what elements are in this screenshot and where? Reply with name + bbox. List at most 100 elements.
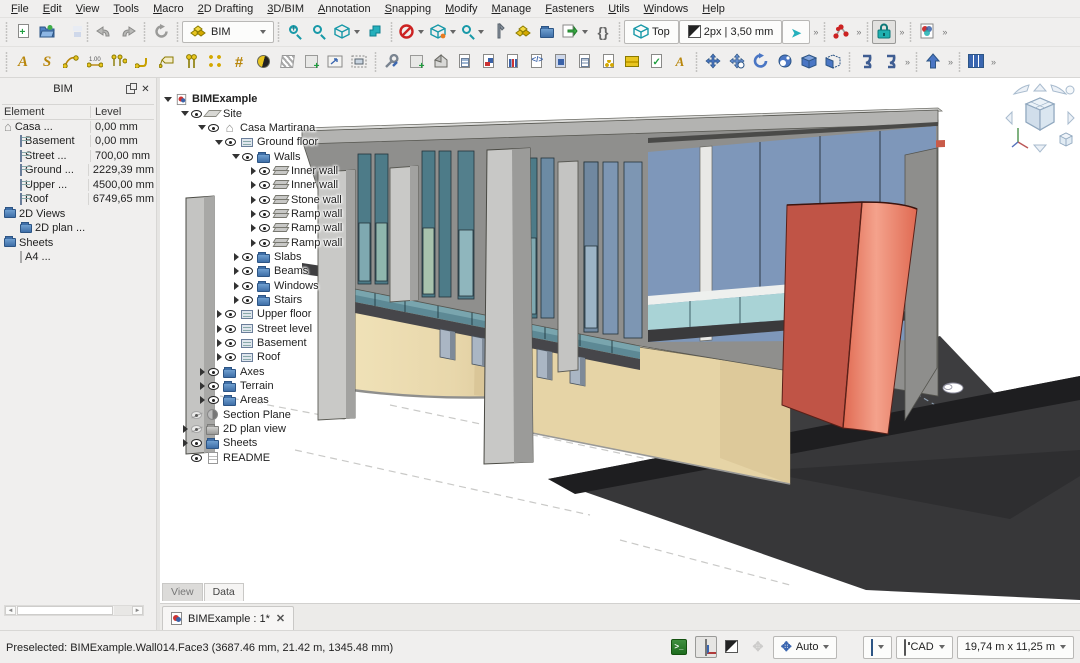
navcube-small-cube[interactable] (1060, 133, 1072, 146)
tree-item-windows[interactable]: Windows (162, 278, 392, 292)
menu-item-help[interactable]: Help (695, 2, 732, 16)
tree-item-section-plane[interactable]: Section Plane (162, 408, 392, 422)
expander-closed-icon[interactable] (179, 439, 191, 447)
visibility-eye-icon[interactable] (242, 153, 253, 161)
expander-closed-icon[interactable] (179, 425, 191, 433)
tree-item-inner-wall[interactable]: Inner wall (162, 164, 392, 178)
menu-item-view[interactable]: View (69, 2, 107, 16)
visibility-eye-icon[interactable] (225, 310, 236, 318)
spreadsheet-button[interactable] (620, 50, 644, 74)
menu-item-macro[interactable]: Macro (146, 2, 191, 16)
visibility-eye-icon[interactable] (191, 110, 202, 118)
menu-item-snapping[interactable]: Snapping (378, 2, 439, 16)
tree-item-bimexample[interactable]: BIMExample (162, 92, 392, 106)
expander-open-icon[interactable] (162, 97, 174, 102)
tree-item-walls[interactable]: Walls (162, 149, 392, 163)
nodes-doc-button[interactable] (596, 50, 620, 74)
layers-stack-button[interactable] (572, 50, 596, 74)
pages-button[interactable] (548, 50, 572, 74)
visibility-eye-icon[interactable] (259, 167, 270, 175)
expander-closed-icon[interactable] (213, 339, 225, 347)
visibility-eye-icon[interactable] (259, 224, 270, 232)
menu-item-tools[interactable]: Tools (106, 2, 146, 16)
new-file-button[interactable]: + (11, 20, 35, 44)
expander-closed-icon[interactable] (230, 267, 242, 275)
zoom-fit-all-button[interactable]: + (283, 20, 307, 44)
table-row[interactable]: 2D plan ... (2, 221, 154, 236)
table-row[interactable]: 2D Views (2, 207, 154, 222)
working-plane-view-button[interactable] (299, 50, 323, 74)
copy-move-button[interactable] (725, 50, 749, 74)
lock-sketch-button[interactable] (872, 20, 896, 44)
table-row[interactable]: Roof6749,65 mm (2, 192, 154, 207)
visibility-eye-icon[interactable] (208, 124, 219, 132)
ifc-code-button[interactable]: </> (524, 50, 548, 74)
line-color-dropdown[interactable] (863, 636, 892, 659)
navcube-rotate-ccw-arrow[interactable] (1014, 85, 1029, 94)
navcube-menu-dot[interactable] (1066, 86, 1074, 94)
visibility-eye-icon[interactable] (242, 267, 253, 275)
tree-item-sheets[interactable]: Sheets (162, 436, 392, 450)
table-row[interactable]: Street ...700,00 mm (2, 149, 154, 164)
scrollbar-thumb[interactable] (17, 606, 113, 615)
scroll-right-button[interactable]: ► (132, 606, 143, 615)
tab-data[interactable]: Data (204, 583, 244, 601)
open-button[interactable] (35, 20, 59, 44)
visibility-eye-icon[interactable] (191, 425, 202, 433)
constraint-nodes-button[interactable] (829, 20, 853, 44)
expander-closed-icon[interactable] (196, 396, 208, 404)
menu-item-fasteners[interactable]: Fasteners (538, 2, 601, 16)
material-doc-button[interactable] (476, 50, 500, 74)
project-tools-button[interactable] (380, 50, 404, 74)
workbench-selector[interactable]: BIM (182, 21, 274, 43)
lattice-button[interactable]: # (227, 50, 251, 74)
redo-button[interactable] (116, 20, 140, 44)
menu-item-annotation[interactable]: Annotation (311, 2, 378, 16)
tree-item-site[interactable]: Site (162, 106, 392, 120)
box-button[interactable] (797, 50, 821, 74)
move-button[interactable] (701, 50, 725, 74)
building-part-button[interactable] (428, 50, 452, 74)
table-row[interactable]: Upper ...4500,00 mm (2, 178, 154, 193)
tree-item-ground-floor[interactable]: Ground floor (162, 135, 392, 149)
axonometric-view-button[interactable] (331, 20, 363, 44)
bim-layers-button[interactable] (511, 20, 535, 44)
upgrade-button[interactable] (921, 50, 945, 74)
navcube-left-arrow[interactable] (1006, 112, 1012, 124)
navcube-rotate-cw-arrow[interactable] (1051, 85, 1066, 94)
python-console-button[interactable]: >_ (667, 636, 691, 658)
draft-edit-end-button[interactable] (878, 50, 902, 74)
zoom-tools-button[interactable] (459, 20, 487, 44)
expander-open-icon[interactable] (213, 140, 225, 145)
sketch-pen-button[interactable]: ➤ (782, 20, 810, 44)
point-button[interactable] (251, 50, 275, 74)
tree-item-roof[interactable]: Roof (162, 350, 392, 364)
tree-item-areas[interactable]: Areas (162, 393, 392, 407)
expander-closed-icon[interactable] (196, 382, 208, 390)
tree-item-basement[interactable]: Basement (162, 336, 392, 350)
array-button[interactable] (203, 50, 227, 74)
draft-edit-button[interactable] (854, 50, 878, 74)
expander-closed-icon[interactable] (196, 368, 208, 376)
visibility-eye-icon[interactable] (259, 239, 270, 247)
tree-item-ramp-wall[interactable]: Ramp wall (162, 235, 392, 249)
hatch-button[interactable] (275, 50, 299, 74)
expander-open-icon[interactable] (230, 154, 242, 159)
offset-button[interactable] (773, 50, 797, 74)
expander-open-icon[interactable] (179, 111, 191, 116)
tree-item-stone-wall[interactable]: Stone wall (162, 192, 392, 206)
bim-folder-button[interactable] (535, 20, 559, 44)
nav-style-dropdown[interactable]: CAD (896, 636, 952, 659)
rotate-button[interactable] (749, 50, 773, 74)
toolbar-overflow-chevron[interactable]: » (988, 57, 998, 67)
expander-closed-icon[interactable] (247, 224, 259, 232)
document-tab[interactable]: BIMExample : 1* ✕ (162, 606, 294, 630)
column-level[interactable]: Level (90, 106, 154, 118)
visibility-eye-icon[interactable] (208, 368, 219, 376)
visibility-eye-icon[interactable] (191, 411, 202, 419)
annotation-styles-button[interactable]: A (668, 50, 692, 74)
panel-float-button[interactable] (124, 83, 137, 96)
schedule-button[interactable] (452, 50, 476, 74)
tree-item-readme[interactable]: README (162, 451, 392, 465)
draft-polyline-button[interactable] (131, 50, 155, 74)
